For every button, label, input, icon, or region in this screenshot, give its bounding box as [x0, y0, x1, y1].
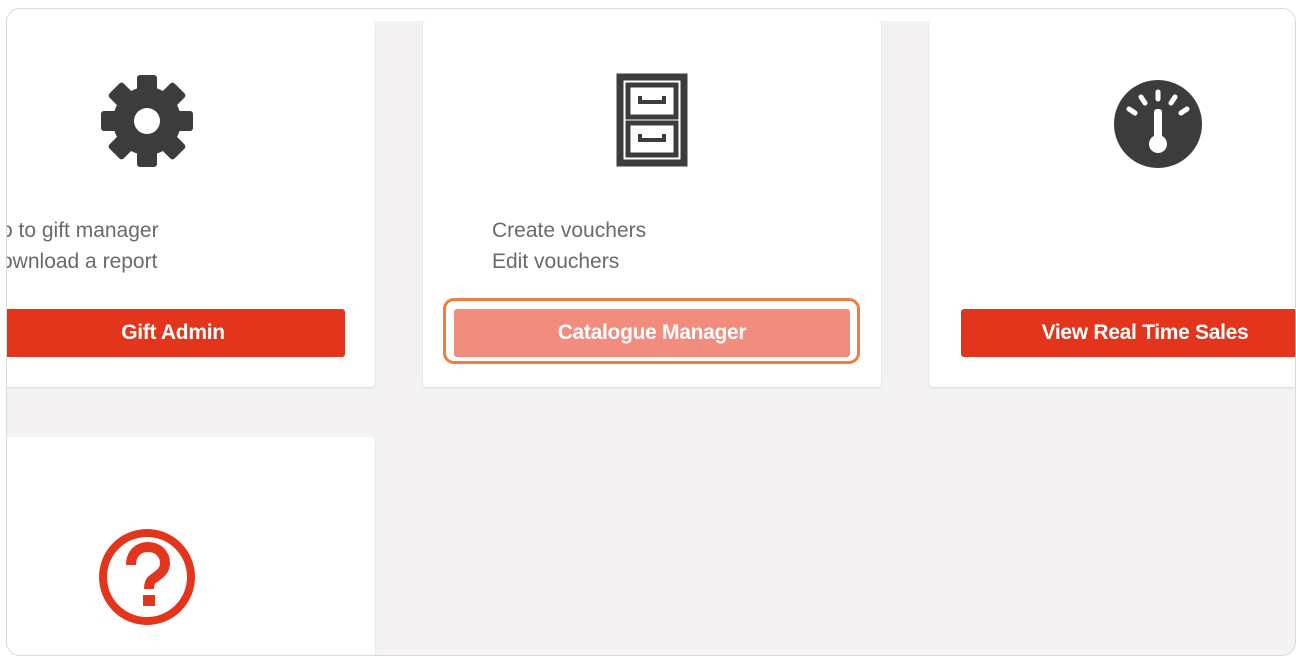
card-description: Create vouchers Edit vouchers	[492, 215, 646, 277]
catalogue-manager-button[interactable]: Catalogue Manager	[454, 309, 850, 357]
gift-admin-button[interactable]: Gift Admin	[7, 309, 345, 357]
description-line: o to gift manager	[6, 219, 159, 242]
card-gift-admin: o to gift manager ownload a report Gift …	[6, 21, 375, 387]
app-frame: o to gift manager ownload a report Gift …	[6, 8, 1296, 656]
card-real-time-sales: View Real Time Sales	[929, 21, 1295, 387]
view-real-time-sales-button[interactable]: View Real Time Sales	[961, 309, 1295, 357]
speedometer-icon	[1113, 79, 1203, 169]
card-catalogue-manager: Create vouchers Edit vouchers Catalogue …	[423, 21, 881, 387]
top-strip	[7, 9, 1295, 21]
gear-icon	[97, 71, 197, 171]
filing-cabinet-icon	[616, 73, 688, 167]
card-description: o to gift manager ownload a report	[6, 215, 159, 277]
help-question-icon[interactable]	[97, 527, 197, 627]
description-line: Create vouchers	[492, 219, 647, 242]
description-line: Edit vouchers	[492, 250, 620, 273]
description-line: ownload a report	[6, 250, 158, 273]
card-help	[7, 437, 375, 655]
